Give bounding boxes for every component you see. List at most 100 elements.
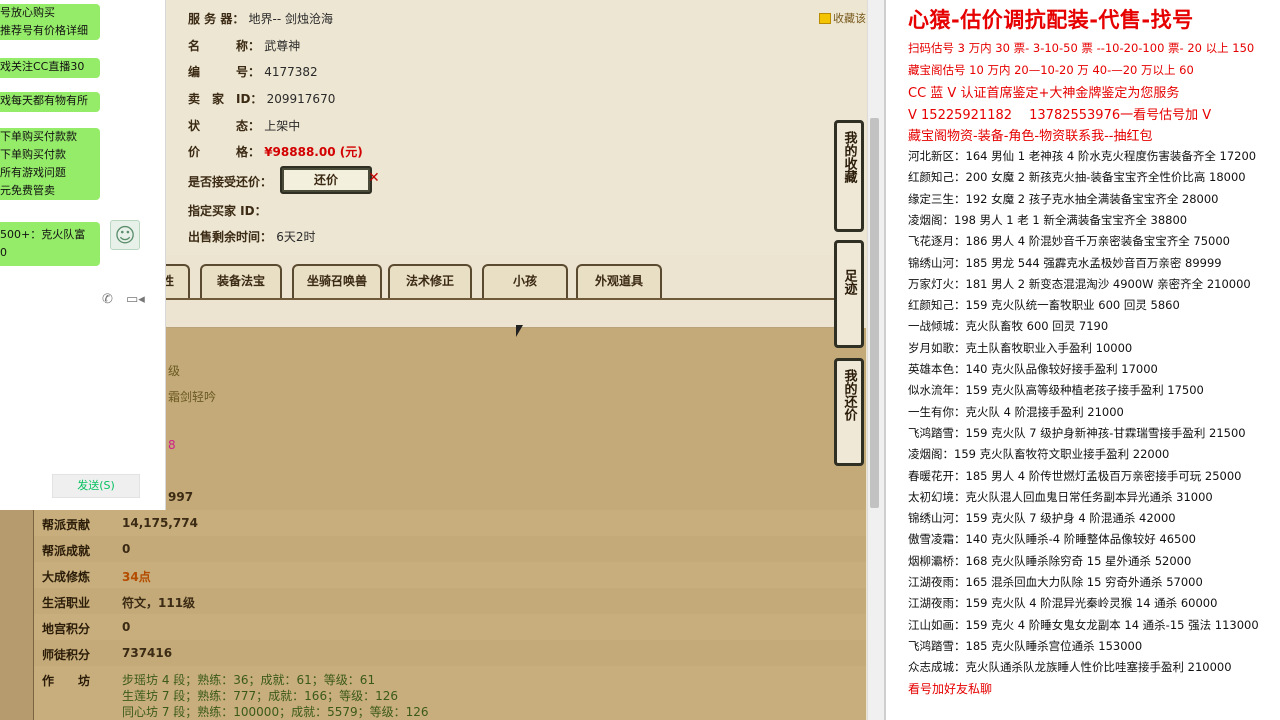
listing-info: 服 务 器： 地界-- 剑烛沧海 名 称： 武尊神 编 号： 4177382 卖… (166, 0, 866, 255)
doc-entry: 红颜知己：159 克火队统一畜牧职业 600 回灵 5860 (908, 298, 1180, 313)
price-label: 价 格： (188, 145, 261, 159)
favorite-label: 收藏该 (833, 12, 866, 25)
detail-row: 帮派贡献 14,175,774 (34, 510, 866, 536)
tab-content-header (166, 298, 834, 328)
time-label: 出售剩余时间： (188, 230, 273, 244)
doc-entry: 众志成城：克火队通杀队龙族睡人性价比哇塞接手盈利 210000 (908, 660, 1232, 675)
id-label: 编 号： (188, 65, 261, 79)
detail-fragment: 8 (168, 438, 176, 452)
seller-row: 卖 家 ID： 209917670 (188, 90, 335, 107)
chat-bubble: 500+：克火队富 0 (0, 222, 100, 266)
price-value: ¥98888.00 (元) (264, 145, 363, 159)
doc-entry: 缘定三生：192 女魔 2 孩子克水抽全满装备宝宝齐全 28000 (908, 191, 1219, 206)
tab-equipment[interactable]: 装备法宝 (200, 264, 282, 298)
doc-entry: 春暖花开：185 男人 4 阶传世燃灯孟极百万亲密接手可玩 25000 (908, 468, 1242, 483)
workshop-entry: 同心坊 7 段；熟练：100000；成就：5579；等级：126 (122, 705, 429, 719)
time-value: 6天2时 (276, 230, 316, 244)
chat-line: 戏关注CC直播30 (0, 60, 85, 73)
chat-line: 下单购买付款 (0, 148, 66, 161)
chat-bubble: 号放心购买 推荐号有价格详细 (0, 4, 100, 40)
detail-fragment: 霜剑轻吟 (168, 390, 217, 404)
chat-line: 所有游戏问题 (0, 166, 66, 179)
tab-spell-correction[interactable]: 法术修正 (388, 264, 472, 298)
my-offers-button[interactable]: 我的还价 (834, 358, 864, 466)
price-list-document: 心猿-估价调抗配装-代售-找号 扫码估号 3 万内 30 票- 3-10-50 … (884, 0, 1280, 720)
offer-close-icon[interactable]: ✕ (368, 170, 380, 186)
doc-entry: 似水流年：159 克火队高等级种植老孩子接手盈利 17500 (908, 383, 1204, 398)
offer-row: 是否接受还价： (188, 173, 272, 190)
doc-entry: 太初幻境：克火队混人回血鬼日常任务副本异光通杀 31000 (908, 489, 1213, 504)
offer-button[interactable]: 还价 (280, 166, 372, 194)
doc-entry: 河北新区：164 男仙 1 老神孩 4 阶水克火程度伤害装备齐全 17200 (908, 149, 1257, 163)
page-scrollbar[interactable] (867, 0, 880, 720)
server-value: 地界-- 剑烛沧海 (248, 12, 334, 26)
doc-entry: 红颜知己：200 女魔 2 新孩克火抽-装备宝宝齐全性价比高 18000 (908, 170, 1246, 185)
favorite-link[interactable]: 收藏该 (819, 10, 866, 26)
detail-row: 大成修炼 34点 (34, 562, 866, 588)
doc-header-line: 藏宝阁估号 10 万内 20—10-20 万 40-—20 万以上 60 (908, 63, 1194, 77)
chat-bubble: 戏关注CC直播30 (0, 58, 100, 78)
chat-bubble: 戏每天都有物有所 (0, 92, 100, 112)
buyer-label: 指定买家 ID： (188, 204, 267, 218)
doc-entry: 岁月如歌：克土队畜牧职业入手盈利 10000 (908, 340, 1133, 355)
category-tabs: 性 装备法宝 坐骑召唤兽 法术修正 小孩 外观道具 (146, 260, 856, 298)
tab-mounts-pets[interactable]: 坐骑召唤兽 (292, 264, 382, 298)
chat-line: 下单购买付款款 (0, 130, 77, 143)
detail-row: 生活职业 符文，111级 (34, 588, 866, 614)
detail-value: 34点 (122, 570, 151, 584)
detail-key: 大成修炼 (42, 570, 91, 584)
detail-value: 符文，111级 (122, 596, 196, 610)
video-icon[interactable]: ▭◂ (126, 292, 145, 307)
my-offers-label: 我的还价 (841, 369, 857, 421)
detail-value: 737416 (122, 646, 173, 660)
doc-entry: 江湖夜雨：159 克火队 4 阶混异光秦岭灵猴 14 通杀 60000 (908, 596, 1218, 611)
mouse-cursor-icon (516, 325, 523, 337)
workshop-row: 作 坊 步瑶坊 4 段；熟练：36；成就：61；等级：61 生莲坊 7 段；熟练… (34, 666, 866, 720)
detail-fragment: 997 (168, 490, 194, 504)
my-favorites-label: 我的收藏 (841, 131, 857, 183)
detail-key: 生活职业 (42, 596, 91, 610)
footprint-label: 足迹 (841, 269, 857, 295)
doc-header-line: 藏宝阁物资-装备-角色-物资联系我--抽红包 (908, 129, 1153, 144)
chat-line: 元免费管卖 (0, 184, 55, 197)
status-row: 状 态： 上架中 (188, 117, 300, 134)
doc-entry: 凌烟阁：159 克火队畜牧符文职业接手盈利 22000 (908, 447, 1170, 462)
chat-window: 号放心购买 推荐号有价格详细 戏关注CC直播30 戏每天都有物有所 下单购买付款… (0, 0, 166, 510)
tab-appearance[interactable]: 外观道具 (576, 264, 662, 298)
doc-entry: 英雄本色：140 克火队品像较好接手盈利 17000 (908, 362, 1158, 376)
favorite-icon (819, 13, 831, 24)
offer-label: 是否接受还价： (188, 175, 273, 189)
detail-value: 0 (122, 620, 131, 634)
chat-bubble: 下单购买付款款 下单购买付款 所有游戏问题 元免费管卖 (0, 128, 100, 200)
scrollbar-thumb[interactable] (870, 118, 879, 508)
doc-entry: 一战倾城：克火队畜牧 600 回灵 7190 (908, 319, 1109, 334)
chat-line: 戏每天都有物有所 (0, 94, 88, 107)
time-row: 出售剩余时间： 6天2时 (188, 228, 315, 245)
my-favorites-button[interactable]: 我的收藏 (834, 120, 864, 232)
doc-entry: 锦绣山河：185 男龙 544 强霹克水孟极妙音百万亲密 89999 (908, 255, 1222, 270)
detail-key: 帮派成就 (42, 544, 91, 558)
name-row: 名 称： 武尊神 (188, 37, 300, 54)
doc-header-line: V 15225921182 13782553976一看号估号加 V (908, 108, 1212, 123)
doc-entry: 锦绣山河：159 克火队 7 级护身 4 阶混通杀 42000 (908, 511, 1176, 526)
chat-line: 500+：克火队富 (0, 228, 86, 241)
doc-entry: 江山如画：159 克火 4 阶睡女鬼女龙副本 14 通杀-15 强法 11300… (908, 617, 1259, 632)
seller-value: 209917670 (266, 92, 336, 106)
id-value: 4177382 (264, 65, 318, 79)
status-value: 上架中 (264, 119, 301, 133)
doc-entry: 飞鸿踏雪：159 克火队 7 级护身新神孩-甘霖瑞雪接手盈利 21500 (908, 425, 1246, 440)
chat-line: 号放心购买 (0, 6, 55, 19)
screen: 服 务 器： 地界-- 剑烛沧海 名 称： 武尊神 编 号： 4177382 卖… (0, 0, 1280, 720)
send-button[interactable]: 发送(S) (52, 474, 140, 498)
footprint-button[interactable]: 足迹 (834, 240, 864, 348)
detail-left-strip (0, 500, 34, 720)
server-row: 服 务 器： 地界-- 剑烛沧海 (188, 10, 333, 27)
doc-header-line: 扫码估号 3 万内 30 票- 3-10-50 票 --10-20-100 票-… (908, 41, 1255, 55)
phone-icon[interactable]: ✆ (102, 292, 113, 307)
doc-entry: 凌烟阁：198 男人 1 老 1 新全满装备宝宝齐全 38800 (908, 212, 1188, 227)
avatar[interactable]: ☺ (110, 220, 140, 250)
tab-children[interactable]: 小孩 (482, 264, 568, 298)
workshop-entry: 生莲坊 7 段；熟练：777；成就：166；等级：126 (122, 689, 398, 703)
doc-footer: 看号加好友私聊 (908, 682, 993, 696)
status-label: 状 态： (188, 119, 261, 133)
